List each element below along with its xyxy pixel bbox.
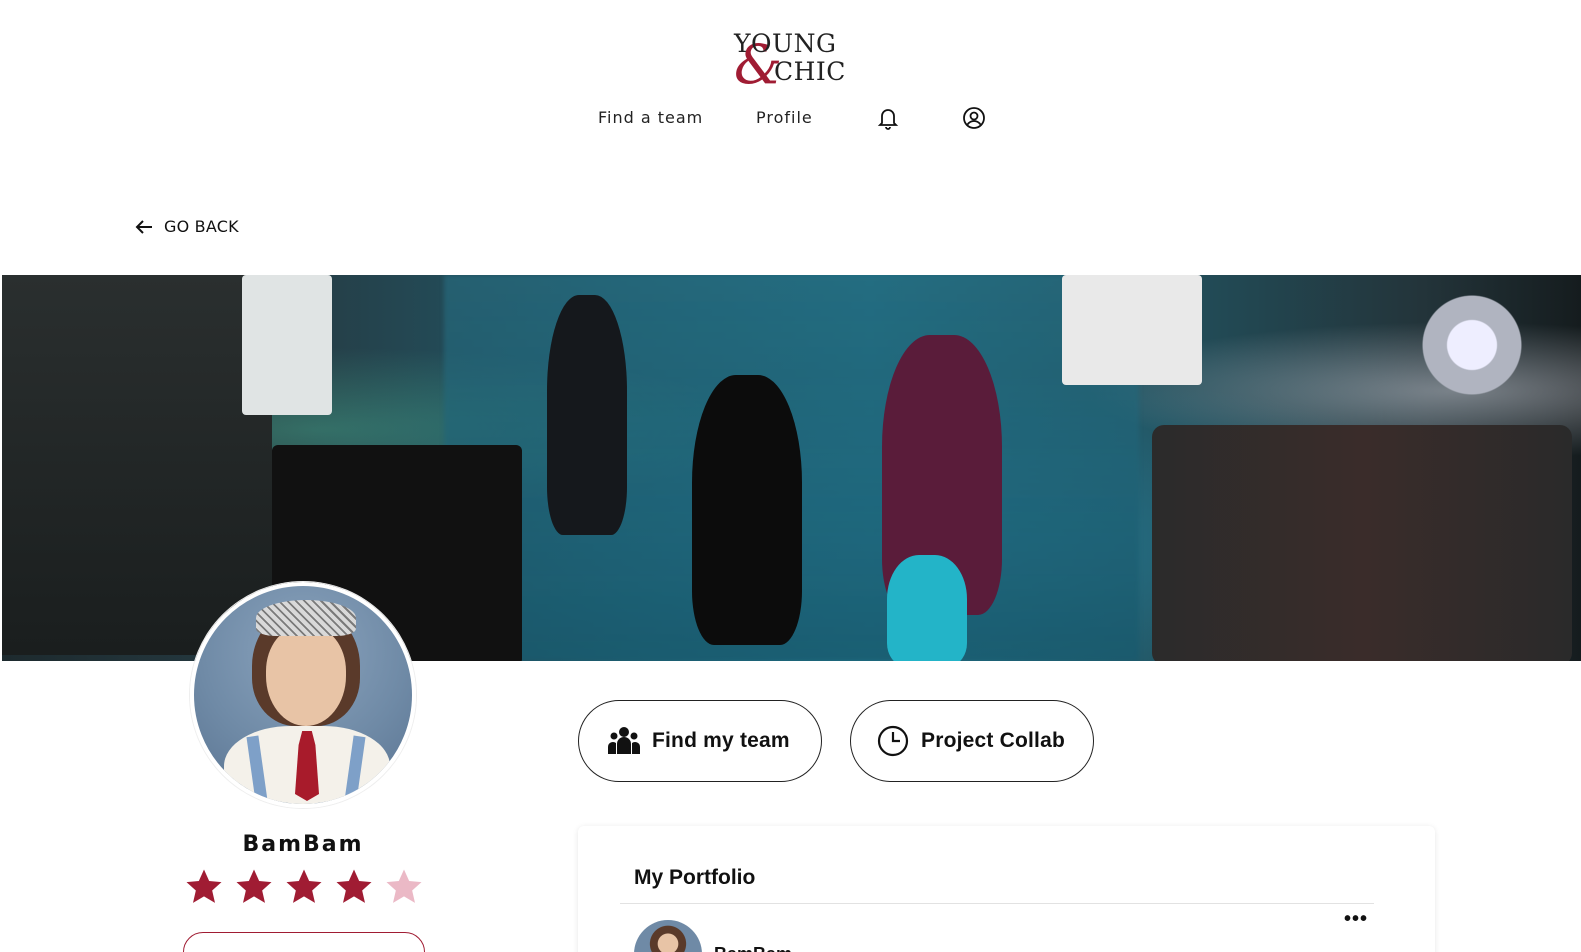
portfolio-author-avatar[interactable] bbox=[634, 920, 702, 952]
star-empty-icon bbox=[383, 866, 425, 908]
banner-figure bbox=[547, 295, 627, 535]
avatar-face bbox=[266, 626, 346, 726]
banner-figure bbox=[1152, 425, 1572, 661]
logo-word-chic: CHIC bbox=[774, 57, 846, 86]
find-my-team-button[interactable]: Find my team bbox=[578, 700, 822, 782]
arrow-left-icon bbox=[135, 219, 152, 234]
banner-figure bbox=[1062, 275, 1202, 385]
star-filled-icon bbox=[333, 866, 375, 908]
banner-figure bbox=[2, 275, 272, 655]
project-collab-button[interactable]: Project Collab bbox=[850, 700, 1094, 782]
go-back-label: GO BACK bbox=[164, 217, 239, 236]
banner-figure bbox=[692, 375, 802, 645]
nav-profile[interactable]: Profile bbox=[756, 108, 813, 127]
banner-figure bbox=[242, 275, 332, 415]
project-collab-label: Project Collab bbox=[921, 729, 1065, 752]
profile-avatar[interactable] bbox=[190, 582, 416, 808]
more-options-icon[interactable]: ••• bbox=[1344, 908, 1368, 931]
profile-username: BamBam bbox=[242, 832, 364, 857]
logo-word-young: YOUNG bbox=[734, 29, 837, 58]
user-circle-icon[interactable] bbox=[961, 105, 987, 131]
brand-logo[interactable]: & YOUNG CHIC bbox=[730, 26, 846, 96]
bell-icon[interactable] bbox=[875, 105, 901, 131]
nav-find-a-team[interactable]: Find a team bbox=[598, 108, 703, 127]
banner-figure bbox=[1372, 275, 1572, 415]
star-filled-icon bbox=[233, 866, 275, 908]
clock-icon bbox=[877, 725, 909, 757]
profile-action-button[interactable] bbox=[183, 932, 425, 952]
avatar-headband bbox=[256, 600, 356, 636]
find-my-team-label: Find my team bbox=[652, 729, 790, 752]
banner-figure bbox=[887, 555, 967, 661]
go-back-button[interactable]: GO BACK bbox=[134, 217, 239, 236]
portfolio-card: My Portfolio ••• BamBam bbox=[578, 826, 1435, 952]
portfolio-title: My Portfolio bbox=[634, 866, 756, 889]
team-icon bbox=[608, 727, 640, 754]
rating-stars bbox=[183, 866, 425, 908]
star-filled-icon bbox=[183, 866, 225, 908]
star-filled-icon bbox=[283, 866, 325, 908]
portfolio-divider bbox=[620, 903, 1374, 904]
portfolio-author-name: BamBam bbox=[714, 944, 792, 952]
